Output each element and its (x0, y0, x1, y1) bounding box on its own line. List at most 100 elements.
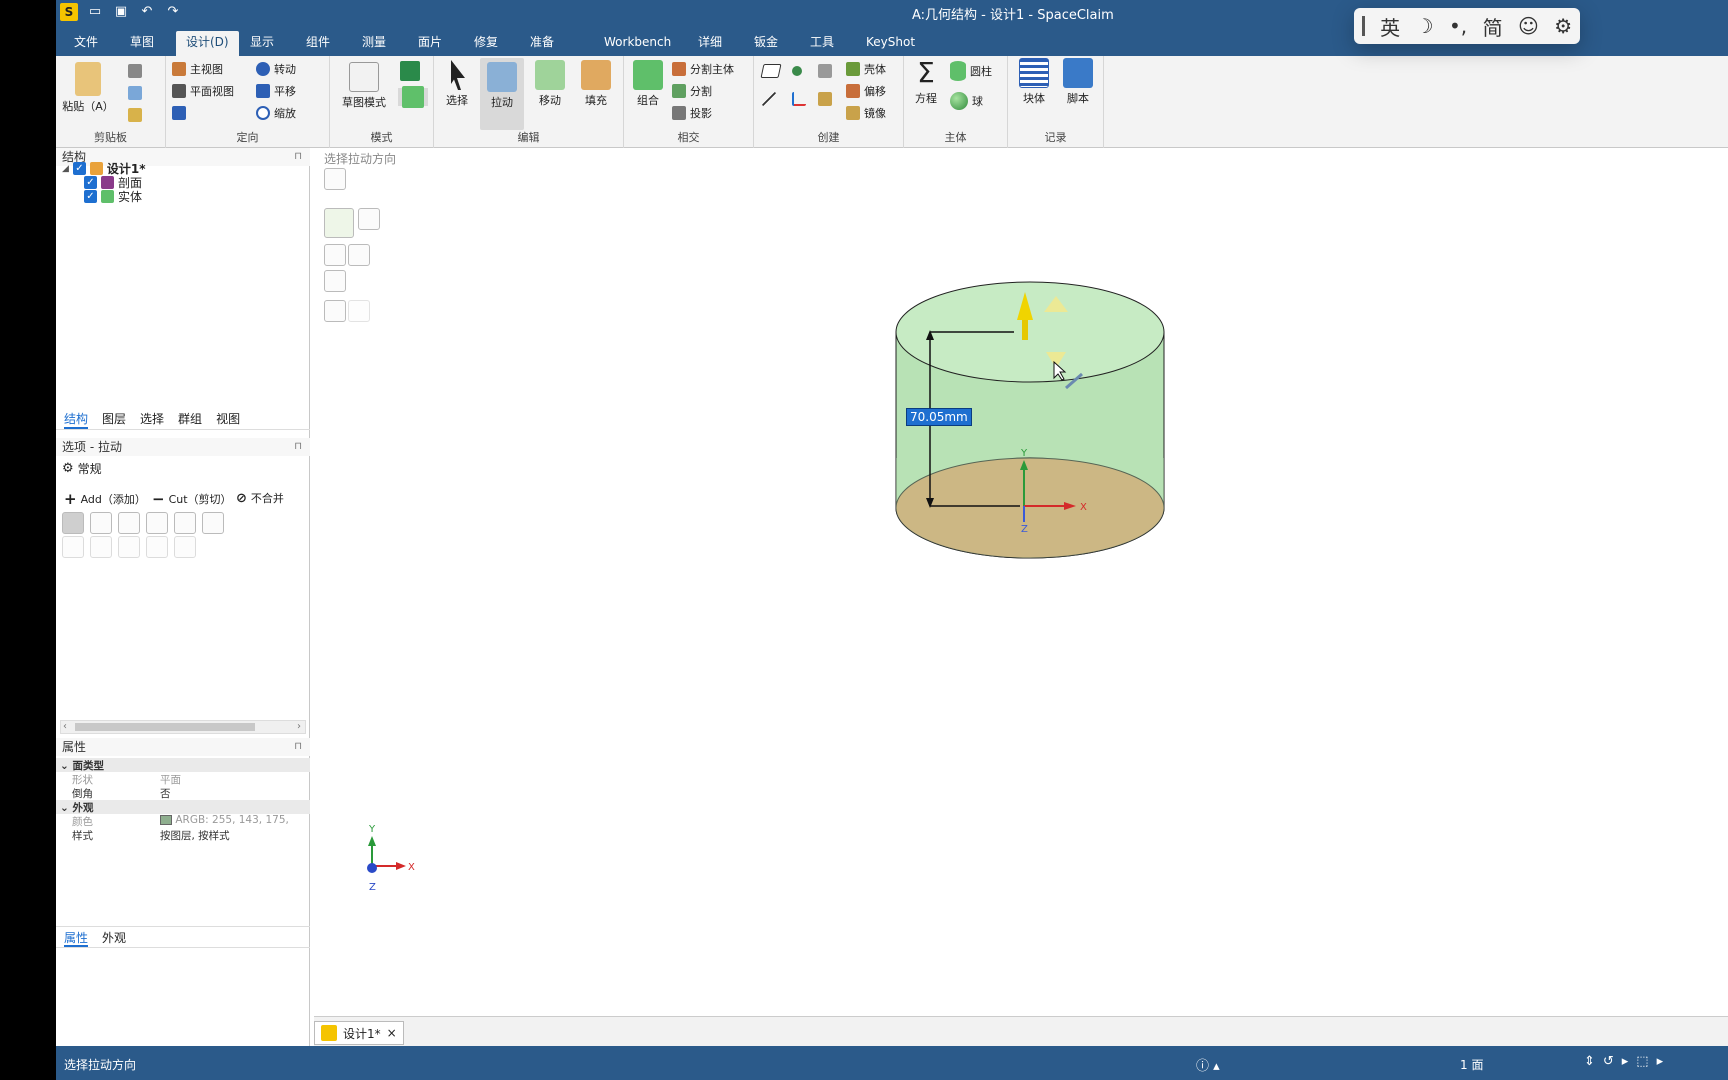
line-button[interactable] (762, 90, 776, 108)
sketch-mode-button[interactable]: 草图模式 (336, 62, 392, 110)
scroll-left-icon[interactable]: ‹ (63, 721, 67, 732)
tab-workbench[interactable]: Workbench (594, 31, 681, 56)
linear-pattern-button[interactable] (818, 90, 832, 108)
cylinder-button[interactable]: 圆柱 (950, 61, 992, 81)
document-tab[interactable]: 设计1* × (314, 1021, 404, 1045)
pull-direction-option-icon[interactable] (62, 512, 84, 534)
cut-option[interactable]: − Cut（剪切） (152, 490, 232, 508)
tab-facets[interactable]: 面片 (408, 31, 452, 56)
checkbox-icon[interactable]: ✓ (84, 190, 97, 203)
block-recording-button[interactable]: 块体 (1014, 58, 1054, 106)
project-button[interactable]: 投影 (672, 104, 712, 122)
emoji-icon[interactable]: ☺ (1518, 14, 1539, 38)
spin-button[interactable]: 转动 (256, 60, 296, 78)
info-icon[interactable]: ⓘ ▴ (1196, 1055, 1220, 1074)
tab-repair[interactable]: 修复 (464, 31, 508, 56)
scroll-right-icon[interactable]: › (297, 721, 301, 732)
tab-sheetmetal[interactable]: 钣金 (744, 31, 788, 56)
panel-tab-properties[interactable]: 属性 (64, 927, 89, 947)
pull-draft-icon[interactable] (174, 512, 196, 534)
scrollbar-thumb[interactable] (75, 723, 255, 731)
ime-language-toggle[interactable]: 英 (1380, 12, 1400, 41)
drag-handle[interactable] (1361, 16, 1365, 36)
panel-tab-layers[interactable]: 图层 (102, 408, 126, 429)
split-button[interactable]: 分割 (672, 82, 712, 100)
section-mode-button[interactable] (400, 61, 420, 81)
tab-prepare[interactable]: 准备 (520, 31, 564, 56)
tab-design[interactable]: 设计(D) (176, 31, 239, 56)
moon-icon[interactable]: ☽ (1416, 14, 1434, 38)
pin-icon[interactable]: ⊓ (294, 438, 302, 456)
shell-button[interactable]: 壳体 (846, 60, 886, 78)
pull-both-sides-icon[interactable] (90, 512, 112, 534)
pull-sweep-icon[interactable] (146, 512, 168, 534)
punctuation-icon[interactable]: •, (1449, 14, 1467, 38)
prop-row-color[interactable]: 颜色 ARGB: 255, 143, 175, (56, 814, 310, 828)
pan-button[interactable]: 平移 (256, 82, 296, 100)
pull-button[interactable]: 拉动 (480, 58, 524, 130)
open-icon[interactable]: ▭ (86, 3, 104, 21)
no-merge-option[interactable]: ⊘ 不合并 (236, 490, 284, 506)
pull-blend-icon[interactable] (202, 512, 224, 534)
tab-detail[interactable]: 详细 (688, 31, 732, 56)
prop-row-chamfer[interactable]: 倒角否 (56, 786, 310, 800)
prop-row-style[interactable]: 样式 按图层, 按样式 (56, 828, 310, 842)
panel-tab-appearance[interactable]: 外观 (102, 927, 126, 947)
copy-button[interactable] (128, 84, 142, 102)
panel-tab-groups[interactable]: 群组 (178, 408, 202, 429)
mirror-button[interactable]: 镜像 (846, 104, 886, 122)
origin-button[interactable] (792, 90, 806, 108)
3d-viewport[interactable]: 选择拉动方向 Y X Z Y X Z 70.05mm (314, 150, 1728, 1016)
tab-file[interactable]: 文件 (64, 31, 108, 56)
move-button[interactable]: 移动 (528, 60, 572, 108)
sphere-button[interactable]: 球 (950, 92, 983, 110)
prop-section-appearance[interactable]: ⌄ 外观 (56, 800, 310, 814)
paste-button[interactable]: 粘贴（A） (62, 62, 114, 114)
view-cube-button[interactable] (172, 104, 186, 122)
equation-button[interactable]: Σ 方程 (908, 58, 944, 106)
panel-tab-structure[interactable]: 结构 (64, 408, 89, 429)
horizontal-scrollbar[interactable]: ‹ › (60, 720, 306, 734)
axis-point-button[interactable] (792, 62, 802, 80)
plane-button[interactable] (760, 62, 782, 80)
tree-item-solid[interactable]: ✓ 实体 (84, 188, 142, 205)
format-painter-button[interactable] (128, 106, 142, 124)
panel-tab-views[interactable]: 视图 (216, 408, 240, 429)
3d-mode-button[interactable] (398, 86, 428, 108)
status-tool-icons[interactable]: ⇕↺▸⬚▸ (1584, 1054, 1671, 1069)
pull-revolve-icon[interactable] (118, 512, 140, 534)
offset-button[interactable]: 偏移 (846, 82, 886, 100)
tab-measure[interactable]: 测量 (352, 31, 396, 56)
cut-button[interactable] (128, 62, 142, 80)
tab-display[interactable]: 显示 (240, 31, 284, 56)
plan-view-button[interactable]: 平面视图 (172, 82, 234, 100)
tab-sketch[interactable]: 草图 (120, 31, 164, 56)
split-body-button[interactable]: 分割主体 (672, 60, 734, 78)
app-logo-icon[interactable]: S (60, 3, 78, 21)
collapse-icon[interactable]: ◢ (62, 164, 69, 174)
pin-icon[interactable]: ⊓ (294, 738, 302, 756)
undo-icon[interactable]: ↶ (138, 3, 156, 21)
prop-section-face-type[interactable]: ⌄ 面类型 (56, 758, 310, 772)
dimension-value-field[interactable]: 70.05mm (906, 408, 972, 426)
tab-assembly[interactable]: 组件 (296, 31, 340, 56)
pin-icon[interactable]: ⊓ (294, 148, 302, 166)
close-icon[interactable]: × (387, 1026, 397, 1040)
save-icon[interactable]: ▣ (112, 3, 130, 21)
tab-tools[interactable]: 工具 (800, 31, 844, 56)
fill-button[interactable]: 填充 (574, 60, 618, 108)
redo-icon[interactable]: ↷ (164, 3, 182, 21)
add-option[interactable]: + Add（添加） (64, 490, 146, 508)
tab-keyshot[interactable]: KeyShot (856, 31, 925, 56)
script-button[interactable]: 脚本 (1058, 58, 1098, 106)
model-canvas[interactable]: Y X Z Y X Z (314, 150, 1728, 1016)
home-view-button[interactable]: 主视图 (172, 60, 223, 78)
panel-tab-selection[interactable]: 选择 (140, 408, 164, 429)
pattern-points-button[interactable] (818, 62, 832, 80)
gear-icon[interactable]: ⚙ (1554, 14, 1572, 38)
zoom-button[interactable]: 缩放 (256, 104, 296, 122)
combine-button[interactable]: 组合 (628, 60, 668, 108)
select-button[interactable]: 选择 (438, 60, 476, 108)
ime-charset-toggle[interactable]: 简 (1483, 12, 1503, 41)
options-general-row[interactable]: ⚙ 常规 (62, 460, 102, 477)
